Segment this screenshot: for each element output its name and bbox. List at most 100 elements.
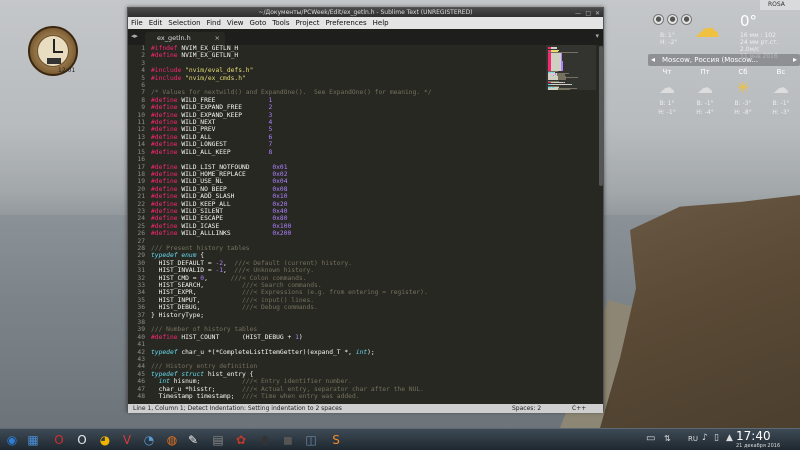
terminal-icon[interactable]: ▮ <box>256 431 274 449</box>
menu-item-project[interactable]: Project <box>293 19 323 27</box>
cloud-sun-icon: ☁ <box>697 78 713 97</box>
code-token: "nvim/ex_cmds.h" <box>181 74 246 82</box>
code-token: 0x40 <box>272 207 288 215</box>
weather-city-selector[interactable]: ◂ Moscow, Россия (Moscow... ▸ <box>648 54 800 66</box>
line-number: 18 <box>137 170 145 178</box>
tab-ex-getln[interactable]: ex_getln.h × <box>145 32 225 45</box>
menu-item-view[interactable]: View <box>224 19 247 27</box>
cloud-snow-icon: ☁ <box>659 78 675 97</box>
code-line: #define WILD_HOME_REPLACE 0x02 <box>151 171 551 178</box>
code-token: /* Values for nextwild() and ExpandOne()… <box>151 89 432 97</box>
code-token: ///< Debug commands. <box>242 304 318 312</box>
chevron-left-icon[interactable]: ◂ <box>651 54 655 66</box>
opera-alt-icon[interactable]: O <box>73 431 91 449</box>
menu-item-tools[interactable]: Tools <box>269 19 292 27</box>
weather-settings-icon[interactable]: ● <box>667 14 678 25</box>
tab-nav-arrows-icon[interactable]: ◂▸ <box>131 32 138 40</box>
tab-bar: ◂▸ ex_getln.h × ▾ <box>128 29 603 45</box>
status-indentation[interactable]: Spaces: 2 <box>512 404 541 413</box>
code-line: #define WILD_EXPAND_KEEP 3 <box>151 112 551 119</box>
minimap-row <box>558 89 570 91</box>
code-line: /// Number of history tables <box>151 326 551 333</box>
code-token: HIST_CMD = <box>151 274 201 282</box>
weather-temperature: 0° <box>740 12 758 30</box>
code-token: #define <box>151 178 178 186</box>
calendar-icon[interactable]: ▤ <box>209 431 227 449</box>
weather-today-range: В: 1° Н: -2° <box>660 32 678 46</box>
tray-network-icon[interactable]: ⇅ <box>664 434 671 443</box>
code-line: #include "nvim/eval_defs.h" <box>151 67 551 74</box>
menu-item-help[interactable]: Help <box>370 19 392 27</box>
code-line: #define WILD_LIST_NOTFOUND 0x01 <box>151 164 551 171</box>
file-manager-icon[interactable]: ▦ <box>24 431 42 449</box>
status-bar: Line 1, Column 1; Detect Indentation: Se… <box>128 404 603 413</box>
vivaldi-icon[interactable]: V <box>118 431 136 449</box>
code-line: HIST_INPUT, ///< input() lines. <box>151 297 551 304</box>
menu-item-preferences[interactable]: Preferences <box>322 19 369 27</box>
chromium-icon[interactable]: ◔ <box>140 431 158 449</box>
weather-close-icon[interactable]: ● <box>681 14 692 25</box>
vertical-scrollbar[interactable] <box>598 45 603 405</box>
tray-updates-icon[interactable]: ▲ <box>726 433 733 443</box>
code-line: #define WILD_NO_BEEP 0x08 <box>151 186 551 193</box>
code-token: enum <box>181 252 197 260</box>
code-token: #define <box>151 185 178 193</box>
tab-close-icon[interactable]: × <box>215 32 220 45</box>
code-token: #include <box>151 67 182 75</box>
text-editor-icon[interactable]: ✎ <box>184 431 202 449</box>
firefox-icon[interactable]: ◍ <box>163 431 181 449</box>
screenshot-icon[interactable]: ◫ <box>302 431 320 449</box>
menu-item-goto[interactable]: Goto <box>247 19 270 27</box>
sun-icon: ☀ <box>735 78 751 97</box>
code-text[interactable]: #ifndef NVIM_EX_GETLN_H #define NVIM_EX_G… <box>151 45 551 405</box>
minimap[interactable] <box>546 45 596 405</box>
code-line: Timestamp timestamp; ///< Time when entr… <box>151 393 551 400</box>
line-number-gutter: 1 2 3 4 5 6 7 8 9 10 11 12 13 14 15 16 17 18 19 20 21 22 23 24 2… <box>128 45 148 405</box>
tray-battery-icon[interactable]: ▯ <box>714 433 719 443</box>
tray-display-icon[interactable]: ▭ <box>646 433 655 444</box>
code-token: ///< Unknown history. <box>234 267 315 275</box>
sublime-icon[interactable]: S <box>327 431 345 449</box>
taskbar-clock[interactable]: 17:40 <box>736 430 771 443</box>
code-line: #define WILD_LONGEST 7 <box>151 141 551 148</box>
forecast-day: Пт ☁ В: -1° Н: -4° <box>686 68 724 117</box>
code-token: #define <box>151 96 178 104</box>
weather-refresh-icon[interactable]: ● <box>653 14 664 25</box>
line-number: 31 <box>137 267 145 275</box>
code-token: ///< input() lines. <box>242 296 315 304</box>
scrollbar-thumb[interactable] <box>599 46 603 186</box>
code-token: 0x100 <box>272 222 292 230</box>
code-line: HIST_SEARCH, ///< Search commands. <box>151 282 551 289</box>
opera-icon[interactable]: O <box>50 431 68 449</box>
clock-minute-hand <box>53 51 63 53</box>
clock-screen <box>47 58 61 64</box>
tray-language[interactable]: RU <box>688 435 698 443</box>
rosa-menu-icon[interactable]: ◉ <box>3 431 21 449</box>
code-token: HIST_SEARCH, <box>151 282 242 289</box>
vm-icon[interactable]: ◼ <box>279 431 297 449</box>
line-number: 33 <box>137 282 145 289</box>
code-line: #define WILD_EXPAND_FREE 2 <box>151 104 551 111</box>
code-token: #define <box>151 104 178 112</box>
code-token: ///< Time when entry was added. <box>242 393 360 401</box>
menu-item-find[interactable]: Find <box>204 19 224 27</box>
menu-item-file[interactable]: File <box>128 19 146 27</box>
status-syntax[interactable]: C++ <box>572 404 586 413</box>
title-bar[interactable]: ~/Документы/PCWeek/Edit/ex_getln.h - Sub… <box>128 8 603 17</box>
code-token: 0x08 <box>272 185 288 193</box>
menu-item-selection[interactable]: Selection <box>165 19 203 27</box>
code-token: char_u *hisstr; <box>151 385 242 393</box>
line-number: 8 <box>141 96 145 104</box>
app-red-icon[interactable]: ✿ <box>232 431 250 449</box>
menu-item-edit[interactable]: Edit <box>146 19 166 27</box>
chrome-icon[interactable]: ◕ <box>96 431 114 449</box>
chevron-right-icon[interactable]: ▸ <box>793 54 797 66</box>
editor-area[interactable]: 1 2 3 4 5 6 7 8 9 10 11 12 13 14 15 16 17 18 19 20 21 22 23 24 2… <box>128 45 603 405</box>
tab-dropdown-icon[interactable]: ▾ <box>595 32 599 40</box>
forecast-day: Сб ☀ В: -3° Н: -8° <box>724 68 762 117</box>
code-token: , <box>223 267 235 275</box>
tray-volume-icon[interactable]: ♪ <box>702 433 708 443</box>
code-token: } HistoryType; <box>151 311 205 319</box>
